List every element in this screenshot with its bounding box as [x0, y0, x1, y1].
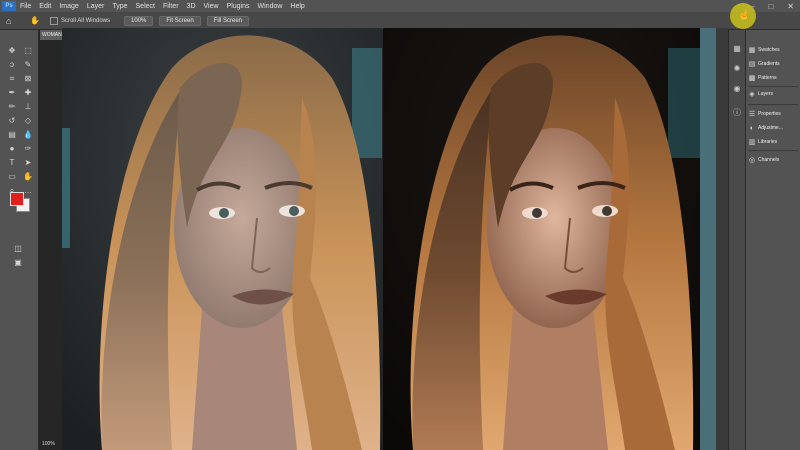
info-icon[interactable]: ⓘ: [732, 108, 742, 118]
color-icon[interactable]: ◉: [732, 84, 742, 94]
menu-plugins[interactable]: Plugins: [223, 3, 254, 10]
menu-3d[interactable]: 3D: [183, 3, 200, 10]
tools-panel: ✥ ⬚ ↄ ✎ ⌗ ⊠ ✒ ✚ ✏ ⊥ ↺ ◇ ▤ 💧 ● ✑ T ➤ ▭ ✋ …: [0, 30, 39, 450]
hand-tool-icon[interactable]: ✋: [30, 16, 40, 25]
adjustments-panel-tab[interactable]: ◐ Adjustme...: [746, 122, 800, 134]
path-select-tool-icon[interactable]: ➤: [22, 158, 34, 168]
original-portrait-image: [62, 28, 382, 450]
patterns-panel-tab[interactable]: ▩ Patterns: [746, 72, 800, 84]
home-icon[interactable]: ⌂: [6, 16, 20, 26]
fill-screen-button[interactable]: Fill Screen: [206, 15, 250, 26]
swatches-panel-tab[interactable]: ▦ Swatches: [746, 44, 800, 56]
scroll-all-windows-label: Scroll All Windows: [60, 17, 110, 24]
screen-mode-icon[interactable]: ▣: [12, 258, 24, 268]
panel-divider: [748, 104, 798, 105]
move-tool-icon[interactable]: ✥: [6, 46, 18, 56]
hand-tool-icon-active[interactable]: ✋: [22, 172, 34, 182]
maximize-button[interactable]: □: [768, 2, 773, 11]
channels-panel-tab[interactable]: ◎ Channels: [746, 154, 800, 166]
menu-bar: Ps File Edit Image Layer Type Select Fil…: [0, 0, 800, 12]
close-button[interactable]: ✕: [787, 2, 794, 11]
dodge-tool-icon[interactable]: ●: [6, 144, 18, 154]
channels-icon: ◎: [748, 157, 756, 164]
crop-tool-icon[interactable]: ⌗: [6, 74, 18, 84]
menu-view[interactable]: View: [200, 3, 223, 10]
swatches-panel-icon[interactable]: ▦: [732, 44, 742, 54]
menu-layer[interactable]: Layer: [83, 3, 109, 10]
libraries-icon: ▥: [748, 139, 756, 146]
properties-panel-tab[interactable]: ☰ Properties: [746, 108, 800, 120]
menu-filter[interactable]: Filter: [159, 3, 183, 10]
quick-select-tool-icon[interactable]: ✎: [22, 60, 34, 70]
brush-tool-icon[interactable]: ✏: [6, 102, 18, 112]
gradients-label: Gradients: [758, 61, 780, 67]
layers-label: Layers: [758, 91, 774, 97]
libraries-label: Libraries: [758, 139, 778, 145]
gradient-tool-icon[interactable]: ▤: [6, 130, 18, 140]
gradients-icon: ▤: [748, 61, 756, 68]
zoom-status[interactable]: 100%: [42, 441, 55, 447]
panel-divider: [748, 150, 798, 151]
menu-select[interactable]: Select: [132, 3, 159, 10]
menu-help[interactable]: Help: [286, 3, 308, 10]
adjustments-icon: ◐: [749, 124, 755, 132]
vertical-scrollbar[interactable]: [716, 28, 728, 450]
edited-portrait-image: [383, 28, 700, 450]
swatches-icon: ▦: [748, 47, 756, 54]
libraries-panel-tab[interactable]: ▥ Libraries: [746, 136, 800, 148]
menu-image[interactable]: Image: [55, 3, 82, 10]
panels-dock: ▦ Swatches ▤ Gradients ▩ Patterns ◈ Laye…: [745, 30, 800, 450]
layers-icon: ◈: [749, 91, 755, 98]
frame-tool-icon[interactable]: ⊠: [22, 74, 34, 84]
healing-tool-icon[interactable]: ✚: [22, 88, 34, 98]
pen-tool-icon[interactable]: ✑: [22, 144, 34, 154]
history-brush-tool-icon[interactable]: ↺: [6, 116, 18, 126]
gradients-panel-tab[interactable]: ▤ Gradients: [746, 58, 800, 70]
menu-edit[interactable]: Edit: [35, 3, 55, 10]
properties-icon: ☰: [748, 111, 756, 118]
blur-tool-icon[interactable]: 💧: [22, 130, 34, 140]
adjustment-icon[interactable]: ✺: [732, 64, 742, 74]
foreground-color-swatch[interactable]: [10, 192, 24, 206]
fit-screen-button[interactable]: Fit Screen: [159, 15, 201, 26]
layers-panel-tab[interactable]: ◈ Layers: [746, 88, 800, 100]
panel-icon-strip: ▦ ✺ ◉ ⓘ: [728, 30, 745, 450]
photoshop-logo: Ps: [2, 1, 16, 11]
scroll-all-windows-checkbox[interactable]: [49, 16, 58, 25]
panel-divider: [748, 86, 798, 87]
lasso-tool-icon[interactable]: ↄ: [6, 60, 18, 70]
menu-file[interactable]: File: [16, 3, 35, 10]
shape-tool-icon[interactable]: ▭: [6, 172, 18, 182]
menu-type[interactable]: Type: [108, 3, 131, 10]
eraser-tool-icon[interactable]: ◇: [22, 116, 34, 126]
properties-label: Properties: [758, 111, 781, 117]
type-tool-icon[interactable]: T: [6, 158, 18, 168]
adjustments-label: Adjustme...: [758, 125, 784, 131]
eyedropper-tool-icon[interactable]: ✒: [6, 88, 18, 98]
quick-mask-icon[interactable]: ◫: [12, 244, 24, 254]
channels-label: Channels: [758, 157, 780, 163]
pointer-hand-icon: ☝: [738, 10, 751, 21]
stamp-tool-icon[interactable]: ⊥: [22, 102, 34, 112]
swatches-label: Swatches: [758, 47, 780, 53]
patterns-label: Patterns: [758, 75, 777, 81]
canvas-edge-strip: [700, 28, 716, 450]
zoom-100-button[interactable]: 100%: [123, 15, 154, 26]
menu-window[interactable]: Window: [254, 3, 287, 10]
marquee-tool-icon[interactable]: ⬚: [22, 46, 34, 56]
patterns-icon: ▩: [748, 75, 756, 82]
